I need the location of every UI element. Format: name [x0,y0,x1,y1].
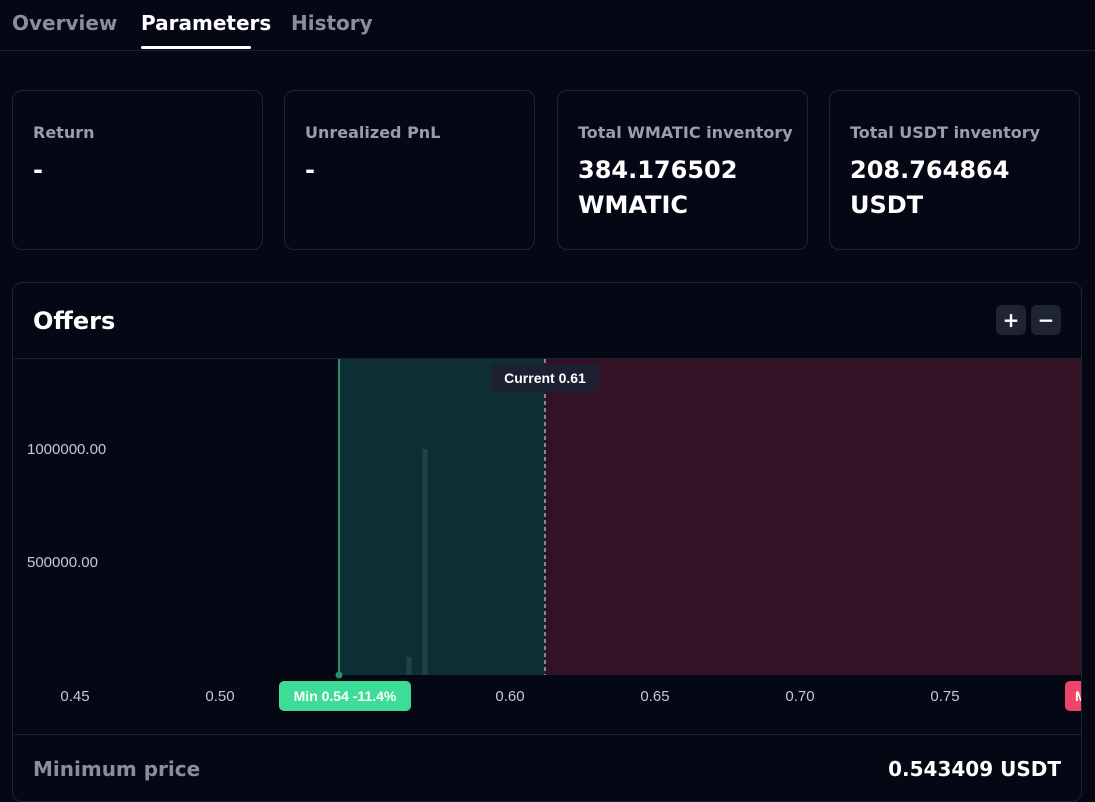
active-tab-underline [141,46,251,49]
x-axis-ticks: 0.45 0.50 0.60 0.65 0.70 0.75 [60,688,959,705]
minimum-price-value: 0.543409 USDT [888,757,1061,781]
tab-overview[interactable]: Overview [12,11,117,35]
usdt-inventory-card: Total USDT inventory 208.764864 USDT [829,90,1080,250]
usdt-inventory-value: 208.764864 USDT [850,156,1010,219]
unrealized-pnl-value: - [305,156,315,184]
x-tick-label: 0.50 [205,688,234,705]
x-tick-label: 0.45 [60,688,89,705]
return-label: Return [33,123,95,142]
buy-zone [339,359,545,675]
y-axis-ticks: 1000000.00 500000.00 [27,441,106,571]
tab-bar: Overview Parameters History [0,0,1095,51]
offers-panel: Offers + − Current 0.61 1000000.00 500000… [12,282,1082,802]
usdt-inventory-label: Total USDT inventory [850,123,1041,142]
tab-history[interactable]: History [291,11,373,35]
return-value: - [33,156,43,184]
min-price-handle[interactable] [335,671,343,679]
unrealized-pnl-card: Unrealized PnL - [284,90,535,250]
x-tick-label: 0.70 [785,688,814,705]
offer-bar [406,656,412,675]
wmatic-inventory-card: Total WMATIC inventory 384.176502 WMATIC [557,90,808,250]
max-price-badge-label: M [1075,688,1082,704]
min-price-badge-label: Min 0.54 -11.4% [294,688,397,704]
unrealized-pnl-label: Unrealized PnL [305,123,441,142]
return-card: Return - [12,90,263,250]
x-tick-label: 0.65 [640,688,669,705]
offers-bottom-divider [13,734,1081,735]
y-tick-label: 1000000.00 [27,441,106,458]
wmatic-inventory-value: 384.176502 WMATIC [578,156,738,219]
max-price-badge[interactable]: M [1065,681,1082,711]
tab-parameters[interactable]: Parameters [141,11,271,35]
current-price-label: Current 0.61 [504,370,586,386]
sell-zone [545,359,1081,675]
offer-bar [422,449,428,675]
offers-depth-chart[interactable]: Current 0.61 1000000.00 500000.00 0.45 0.5… [13,283,1082,734]
wmatic-inventory-label: Total WMATIC inventory [578,123,793,142]
x-tick-label: 0.60 [495,688,524,705]
y-tick-label: 500000.00 [27,554,98,571]
minimum-price-label: Minimum price [33,757,201,781]
x-tick-label: 0.75 [930,688,959,705]
min-price-badge[interactable]: Min 0.54 -11.4% [279,681,411,711]
current-price-tag: Current 0.61 [491,364,599,392]
